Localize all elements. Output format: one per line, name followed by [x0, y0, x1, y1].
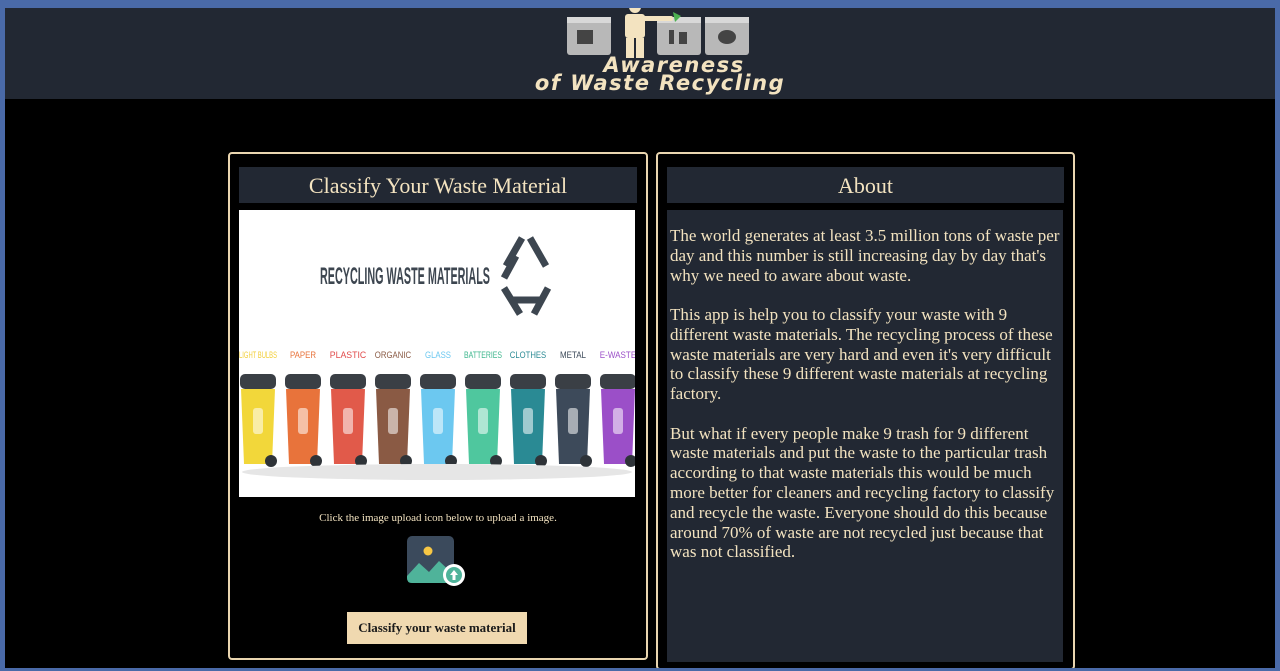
about-paragraph: This app is help you to classify your wa… [670, 304, 1053, 404]
recycling-person-logo-icon [567, 8, 749, 58]
about-card-title: About [667, 167, 1064, 203]
about-text-panel: The world generates at least 3.5 million… [667, 210, 1063, 662]
bin-symbol-icon [523, 408, 533, 434]
bin-symbol-icon [478, 408, 488, 434]
recycling-bins-illustration: RECYCLING WASTE MATERIALS LIGHT BULBS PAP… [239, 236, 635, 480]
about-paragraph: But what if every people make 9 trash fo… [670, 423, 1055, 562]
about-card: About The world generates at least 3.5 m… [656, 152, 1075, 668]
logo-line-2: of Waste Recycling [534, 71, 786, 95]
bin-label: PAPER [290, 350, 316, 360]
classify-card: Classify Your Waste Material RECYCLING W… [228, 152, 648, 660]
recycling-bins-image: RECYCLING WASTE MATERIALS LIGHT BULBS PAP… [239, 210, 635, 497]
waste-bin-metal: METAL [555, 350, 592, 467]
bin-label: LIGHT BULBS [239, 350, 277, 360]
bin-lid [420, 374, 456, 389]
image-upload-icon [407, 536, 465, 586]
bin-symbol-icon [253, 408, 263, 434]
bin-label: GLASS [425, 350, 451, 360]
bin-lid [555, 374, 591, 389]
bin-lid [465, 374, 501, 389]
recycle-symbol-icon [500, 236, 552, 316]
classify-button[interactable]: Classify your waste material [347, 612, 527, 644]
hero-heading: RECYCLING WASTE MATERIALS [320, 263, 490, 290]
waste-bin-plastic: PLASTIC [330, 350, 367, 467]
bin-lid [375, 374, 411, 389]
upload-hint: Click the image upload icon below to upl… [319, 512, 557, 524]
bin-symbol-icon [343, 408, 353, 434]
classify-card-title: Classify Your Waste Material [239, 167, 637, 203]
bin-label: E-WASTE [600, 350, 635, 360]
bin-label: BATTERIES [464, 350, 502, 360]
bin-symbol-icon [568, 408, 578, 434]
bin-label: ORGANIC [375, 350, 412, 360]
bin-lid [510, 374, 546, 389]
bin-wheel [265, 455, 277, 467]
bin-lid [240, 374, 276, 389]
bin-lid [285, 374, 321, 389]
bin-label: CLOTHES [510, 350, 546, 360]
about-paragraph: The world generates at least 3.5 million… [670, 226, 1060, 285]
bin-lid [330, 374, 366, 389]
bin-symbol-icon [388, 408, 398, 434]
waste-bin-light-bulbs: LIGHT BULBS [239, 350, 277, 467]
waste-bin-organic: ORGANIC [375, 350, 412, 467]
bin-symbol-icon [298, 408, 308, 434]
bin-lid [600, 374, 635, 389]
bin-label: PLASTIC [330, 350, 367, 360]
app-frame: Awareness of Waste Recycling Classify Yo… [5, 8, 1275, 668]
site-logo-text: Awareness of Waste Recycling [475, 55, 845, 95]
bin-symbol-icon [613, 408, 623, 434]
waste-bin-glass: GLASS [420, 350, 457, 467]
image-upload-button[interactable] [407, 536, 467, 588]
waste-bin-paper: PAPER [285, 350, 322, 467]
waste-bin-batteries: BATTERIES [464, 350, 502, 467]
bin-wheel [580, 455, 592, 467]
bin-symbol-icon [433, 408, 443, 434]
bin-label: METAL [560, 350, 586, 360]
site-header: Awareness of Waste Recycling [5, 8, 1275, 99]
bin-wheel [310, 455, 322, 467]
waste-bin-clothes: CLOTHES [510, 350, 547, 467]
waste-bin-e-waste: E-WASTE [600, 350, 635, 467]
